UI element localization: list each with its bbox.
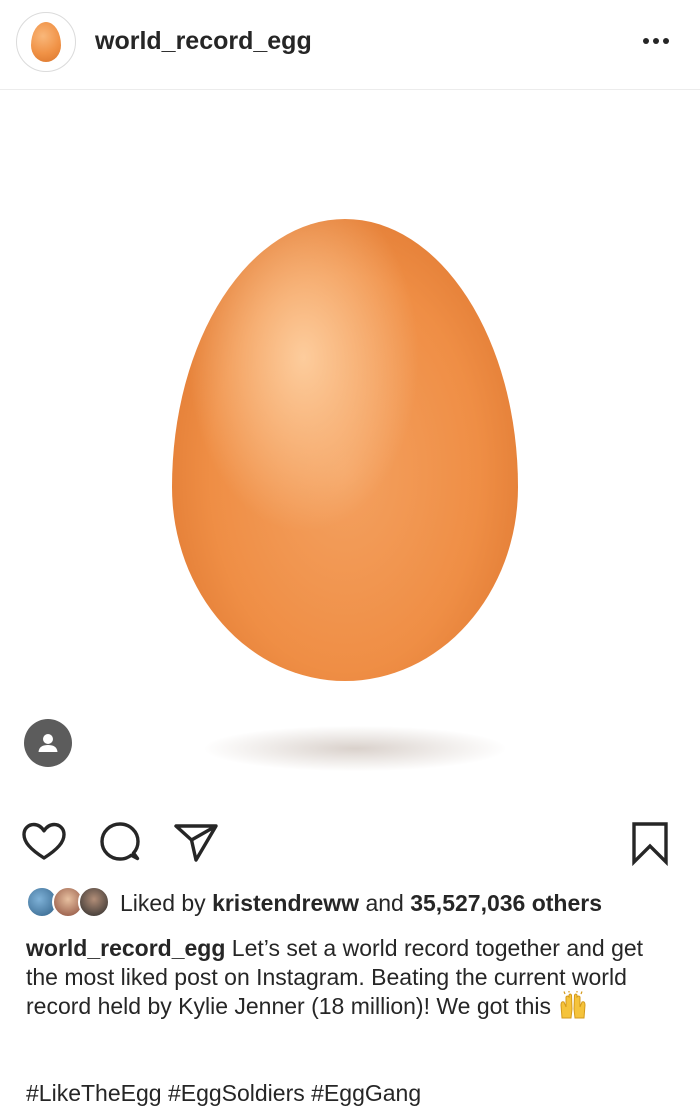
paper-plane-icon <box>174 824 218 862</box>
egg-avatar-icon <box>31 22 61 62</box>
post-caption: world_record_egg Let’s set a world recor… <box>26 934 676 1021</box>
likes-user[interactable]: kristendreww <box>212 890 359 916</box>
more-options-button[interactable] <box>634 24 678 58</box>
caption-username[interactable]: world_record_egg <box>26 935 225 961</box>
action-bar <box>0 810 700 870</box>
profile-avatar[interactable] <box>16 12 76 72</box>
egg-image <box>172 219 518 681</box>
post-photo[interactable] <box>0 91 700 803</box>
bookmark-icon <box>632 822 668 867</box>
post-header: world_record_egg <box>0 0 700 90</box>
likes-row: Liked by kristendreww and 35,527,036 oth… <box>22 884 682 920</box>
more-options-dot <box>653 38 659 44</box>
hashtags: #LikeTheEgg #EggSoldiers #EggGang <box>26 1080 421 1107</box>
person-icon <box>38 734 58 752</box>
comment-button[interactable] <box>96 818 144 866</box>
save-button[interactable] <box>626 818 674 867</box>
likes-summary[interactable]: Liked by kristendreww and 35,527,036 oth… <box>120 890 602 917</box>
comment-icon <box>100 822 140 861</box>
liker-avatar[interactable] <box>78 886 110 918</box>
egg-shadow <box>205 726 505 771</box>
likes-count[interactable]: 35,527,036 others <box>410 890 602 916</box>
hashtag-link[interactable]: #EggGang <box>311 1080 421 1106</box>
header-username[interactable]: world_record_egg <box>95 27 312 56</box>
more-options-icon <box>643 38 649 44</box>
tagged-people-button[interactable] <box>24 719 72 767</box>
share-button[interactable] <box>172 818 220 866</box>
like-button[interactable] <box>20 818 68 866</box>
hashtag-link[interactable]: #LikeTheEgg <box>26 1080 162 1106</box>
likes-prefix: Liked by <box>120 890 213 916</box>
heart-icon <box>22 822 66 860</box>
more-options-dot <box>663 38 669 44</box>
hashtag-link[interactable]: #EggSoldiers <box>168 1080 305 1106</box>
raising-hands-emoji-icon <box>560 990 586 1019</box>
likes-middle: and <box>359 890 411 916</box>
